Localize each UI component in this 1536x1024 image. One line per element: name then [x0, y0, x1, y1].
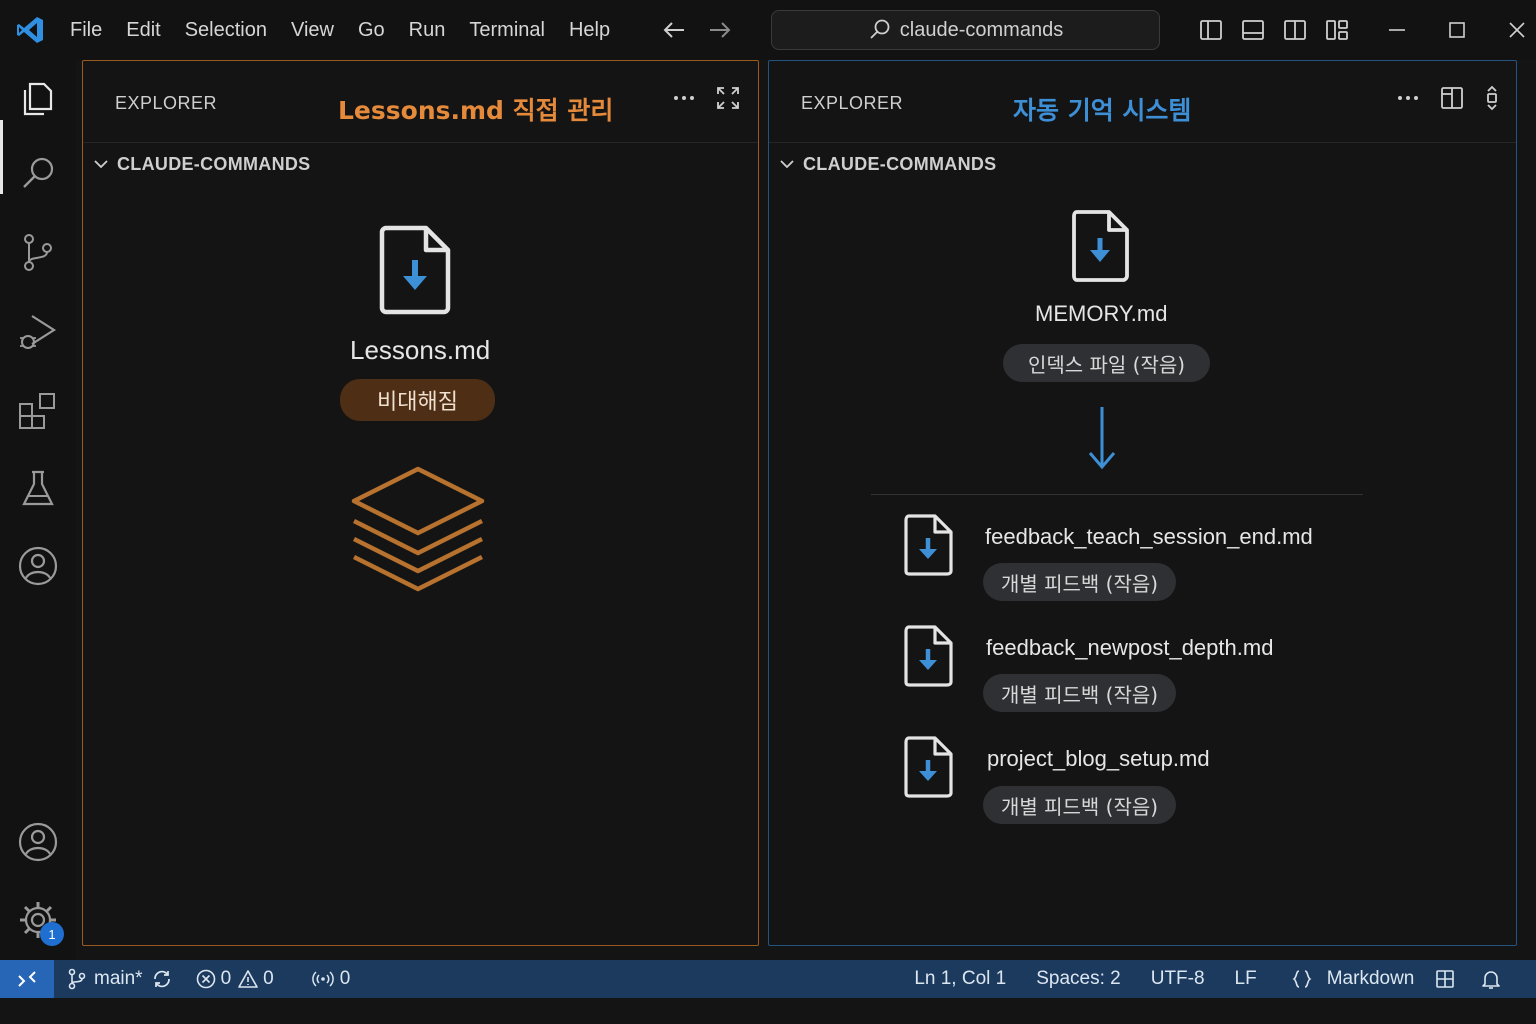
account-icon[interactable] [16, 820, 60, 864]
source-control-icon[interactable] [16, 230, 60, 274]
customize-layout-icon[interactable] [1316, 12, 1358, 48]
ports-count: 0 [339, 968, 351, 989]
error-icon [196, 969, 215, 989]
markdown-file-icon[interactable] [903, 735, 957, 803]
explorer-title: EXPLORER [115, 93, 218, 113]
section-divider [871, 494, 1363, 495]
panel-heading: Lessons.md 직접 관리 [338, 96, 614, 125]
command-center-search[interactable]: claude-commands [771, 10, 1160, 50]
language-name: Markdown [1326, 968, 1415, 989]
feedback-badge: 개별 피드백 (작음) [983, 786, 1176, 824]
notifications-bell-icon[interactable] [1480, 968, 1502, 990]
status-bar: main* 0 0 0 Ln 1, Col 1 Spaces: 2 UTF-8 … [0, 960, 1536, 998]
activity-bar [0, 60, 76, 960]
folder-name: CLAUDE-COMMANDS [803, 153, 997, 174]
window-bottom-edge [0, 998, 1536, 1024]
extensions-icon[interactable] [16, 388, 60, 432]
search-text: claude-commands [899, 18, 1064, 41]
layout-icon[interactable] [1434, 968, 1456, 990]
explorer-header: EXPLORER 자동 기억 시스템 [769, 61, 1516, 143]
stacked-layers-icon [348, 463, 488, 599]
settings-update-badge: 1 [40, 922, 64, 946]
indentation[interactable]: Spaces: 2 [1036, 968, 1121, 990]
status-badge-bloated: 비대해짐 [340, 379, 495, 421]
back-arrow-icon[interactable] [660, 16, 688, 48]
navigation-arrows [660, 16, 734, 48]
menu-bar: File Edit Selection View Go Run Terminal… [58, 0, 622, 60]
file-name-memory[interactable]: MEMORY.md [1035, 301, 1167, 327]
search-icon [870, 19, 890, 39]
menu-terminal[interactable]: Terminal [457, 19, 557, 42]
toggle-primary-sidebar-icon[interactable] [1190, 12, 1232, 48]
ports-indicator[interactable]: 0 [311, 968, 351, 990]
file-name[interactable]: feedback_teach_session_end.md [985, 524, 1313, 550]
down-arrow-icon [1087, 405, 1117, 475]
menu-file[interactable]: File [58, 19, 114, 42]
branch-indicator[interactable]: main* [66, 968, 143, 990]
menu-go[interactable]: Go [346, 19, 397, 42]
index-file-badge: 인덱스 파일 (작음) [1003, 344, 1210, 382]
explorer-icon[interactable] [16, 76, 60, 120]
broadcast-icon [311, 971, 334, 987]
title-bar: File Edit Selection View Go Run Terminal… [0, 0, 1536, 60]
close-icon[interactable] [1496, 12, 1536, 48]
file-name-lessons[interactable]: Lessons.md [350, 335, 490, 366]
markdown-file-icon[interactable] [1071, 209, 1131, 283]
problems-indicator[interactable]: 0 0 [195, 968, 274, 990]
more-actions-icon[interactable] [1393, 83, 1423, 113]
maximize-icon[interactable] [1436, 12, 1478, 48]
git-branch-icon [68, 968, 86, 990]
right-explorer-panel: EXPLORER 자동 기억 시스템 CLAUDE-COMMANDS MEMOR… [768, 60, 1517, 946]
chevron-down-icon [780, 160, 794, 169]
menu-view[interactable]: View [279, 19, 346, 42]
language-mode[interactable]: Markdown [1291, 968, 1415, 990]
braces-icon [1292, 970, 1312, 988]
menu-run[interactable]: Run [397, 19, 458, 42]
feedback-badge: 개별 피드백 (작음) [983, 563, 1176, 601]
forward-arrow-icon[interactable] [706, 16, 734, 48]
panel-heading: 자동 기억 시스템 [1013, 96, 1192, 125]
error-count: 0 [220, 968, 232, 989]
menu-help[interactable]: Help [557, 19, 622, 42]
maximize-view-icon[interactable] [713, 83, 743, 113]
left-explorer-panel: EXPLORER Lessons.md 직접 관리 CLAUDE-COMMAND… [82, 60, 759, 946]
explorer-title: EXPLORER [801, 93, 904, 113]
file-name[interactable]: feedback_newpost_depth.md [986, 635, 1273, 661]
collapse-all-icon[interactable] [1477, 83, 1507, 113]
split-editor-icon[interactable] [1437, 83, 1467, 113]
markdown-file-icon[interactable] [903, 624, 957, 692]
folder-section-header[interactable]: CLAUDE-COMMANDS [91, 151, 310, 177]
more-actions-icon[interactable] [669, 83, 699, 113]
chevron-down-icon [94, 160, 108, 169]
warning-count: 0 [263, 968, 274, 989]
branch-name: main* [94, 968, 143, 989]
file-name[interactable]: project_blog_setup.md [987, 746, 1210, 772]
minimize-icon[interactable] [1376, 12, 1418, 48]
active-indicator [0, 120, 3, 194]
vscode-logo-icon [14, 14, 46, 46]
toggle-secondary-sidebar-icon[interactable] [1274, 12, 1316, 48]
accounts-icon[interactable] [16, 544, 60, 588]
window-controls [1190, 12, 1536, 48]
menu-selection[interactable]: Selection [173, 19, 279, 42]
toggle-panel-icon[interactable] [1232, 12, 1274, 48]
cursor-position[interactable]: Ln 1, Col 1 [914, 968, 1006, 990]
feedback-badge: 개별 피드백 (작음) [983, 674, 1176, 712]
end-of-line[interactable]: LF [1235, 968, 1257, 990]
encoding[interactable]: UTF-8 [1151, 968, 1205, 990]
folder-name: CLAUDE-COMMANDS [117, 153, 311, 174]
menu-edit[interactable]: Edit [114, 19, 172, 42]
remote-indicator[interactable] [0, 960, 54, 998]
folder-section-header[interactable]: CLAUDE-COMMANDS [777, 151, 996, 177]
warning-icon [238, 970, 258, 988]
explorer-header: EXPLORER Lessons.md 직접 관리 [83, 61, 758, 143]
search-icon[interactable] [16, 152, 60, 196]
testing-icon[interactable] [16, 466, 60, 510]
run-debug-icon[interactable] [16, 310, 60, 354]
markdown-file-icon[interactable] [903, 513, 957, 581]
markdown-file-icon[interactable] [378, 224, 454, 316]
sync-icon[interactable] [151, 968, 173, 990]
remote-icon [18, 971, 36, 987]
